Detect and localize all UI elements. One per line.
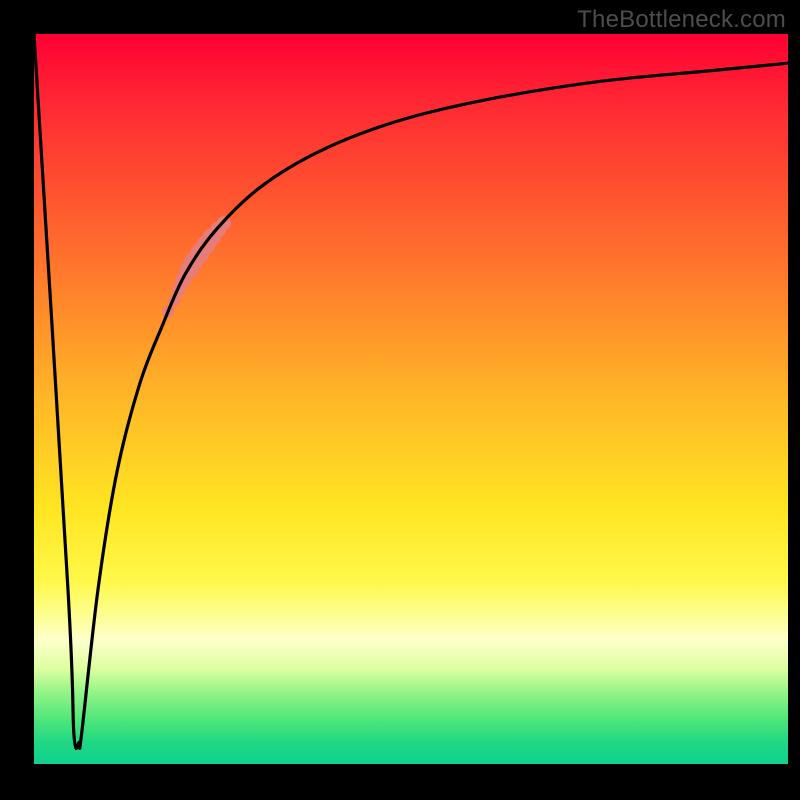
chart-svg <box>34 34 788 764</box>
plot-area <box>34 34 788 764</box>
watermark-text: TheBottleneck.com <box>577 6 786 34</box>
bottleneck-curve-path <box>34 34 788 748</box>
chart-frame: TheBottleneck.com <box>0 0 800 800</box>
